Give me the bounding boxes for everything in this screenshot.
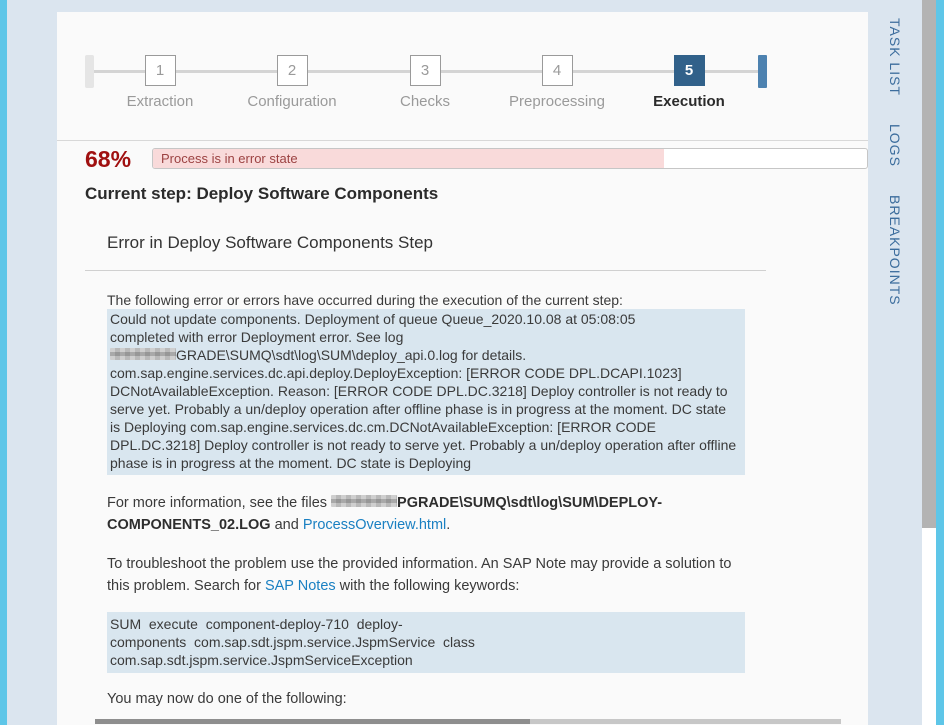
progress-status-message: Process is in error state: [161, 151, 298, 166]
right-panel-tabs: TASK LIST LOGS BREAKPOINTS: [868, 0, 922, 725]
more-info-text-3: .: [446, 517, 451, 533]
error-log-block: Could not update components. Deployment …: [107, 309, 745, 475]
step-label: Preprocessing: [509, 93, 605, 110]
current-step-heading: Current step: Deploy Software Components: [85, 184, 439, 203]
wizard-step-preprocessing[interactable]: 4 Preprocessing: [495, 44, 619, 110]
process-overview-link[interactable]: ProcessOverview.html: [303, 517, 446, 533]
more-info-text: For more information, see the files: [107, 495, 332, 511]
step-number: 4: [541, 55, 573, 86]
step-number: 1: [144, 55, 176, 86]
redacted-path-prefix: [331, 495, 398, 507]
roadmap-end-cap: [758, 55, 767, 88]
step-label: Checks: [399, 93, 451, 110]
vertical-scrollbar-thumb[interactable]: [922, 0, 936, 528]
error-intro-text: The following error or errors have occur…: [107, 292, 623, 308]
next-steps-intro: You may now do one of the following:: [107, 691, 347, 707]
roadmap-start-cap: [85, 55, 94, 88]
wizard-step-extraction[interactable]: 1 Extraction: [98, 44, 222, 110]
search-keywords-block: SUM execute component-deploy-710 deploy-…: [107, 612, 745, 673]
troubleshoot-paragraph: To troubleshoot the problem use the prov…: [107, 553, 745, 597]
wizard-step-checks[interactable]: 3 Checks: [363, 44, 487, 110]
more-info-paragraph: For more information, see the files PGRA…: [107, 492, 745, 536]
tab-breakpoints[interactable]: BREAKPOINTS: [887, 195, 903, 306]
redacted-path-prefix: [110, 348, 176, 360]
wizard-roadmap: 1 Extraction 2 Configuration 3 Checks 4 …: [57, 44, 868, 128]
step-number: 5: [673, 55, 705, 86]
horizontal-scrollbar-thumb[interactable]: [95, 719, 530, 724]
vertical-scrollbar[interactable]: [922, 0, 936, 725]
sap-notes-link[interactable]: SAP Notes: [265, 578, 336, 594]
tab-logs[interactable]: LOGS: [887, 124, 903, 167]
error-log-path: GRADE\SUMQ\sdt\log\SUM\deploy_api.0.log: [176, 347, 458, 363]
progress-bar: Process is in error state: [152, 148, 868, 169]
section-divider: [85, 270, 766, 271]
step-number: 3: [409, 55, 441, 86]
wizard-step-execution[interactable]: 5 Execution: [627, 44, 751, 110]
step-label: Extraction: [126, 93, 194, 110]
main-panel: 1 Extraction 2 Configuration 3 Checks 4 …: [57, 12, 868, 725]
progress-section: 68% Process is in error state: [57, 140, 868, 180]
window-edge-accent-right: [936, 0, 944, 725]
error-section-title: Error in Deploy Software Components Step: [107, 233, 433, 252]
error-log-text: Could not update components. Deployment …: [110, 311, 636, 345]
wizard-step-configuration[interactable]: 2 Configuration: [230, 44, 354, 110]
horizontal-scrollbar[interactable]: [95, 719, 841, 724]
error-section-body: The following error or errors have occur…: [107, 291, 745, 725]
window-edge-accent-left: [0, 0, 7, 725]
step-label: Configuration: [247, 93, 337, 110]
troubleshoot-text-2: with the following keywords:: [335, 578, 520, 594]
step-label: Execution: [653, 93, 725, 110]
progress-percent: 68%: [85, 146, 132, 172]
step-number: 2: [276, 55, 308, 86]
more-info-text-2: and: [270, 517, 303, 533]
error-log-text-2: for details. com.sap.engine.services.dc.…: [110, 347, 737, 471]
tab-task-list[interactable]: TASK LIST: [887, 18, 903, 96]
